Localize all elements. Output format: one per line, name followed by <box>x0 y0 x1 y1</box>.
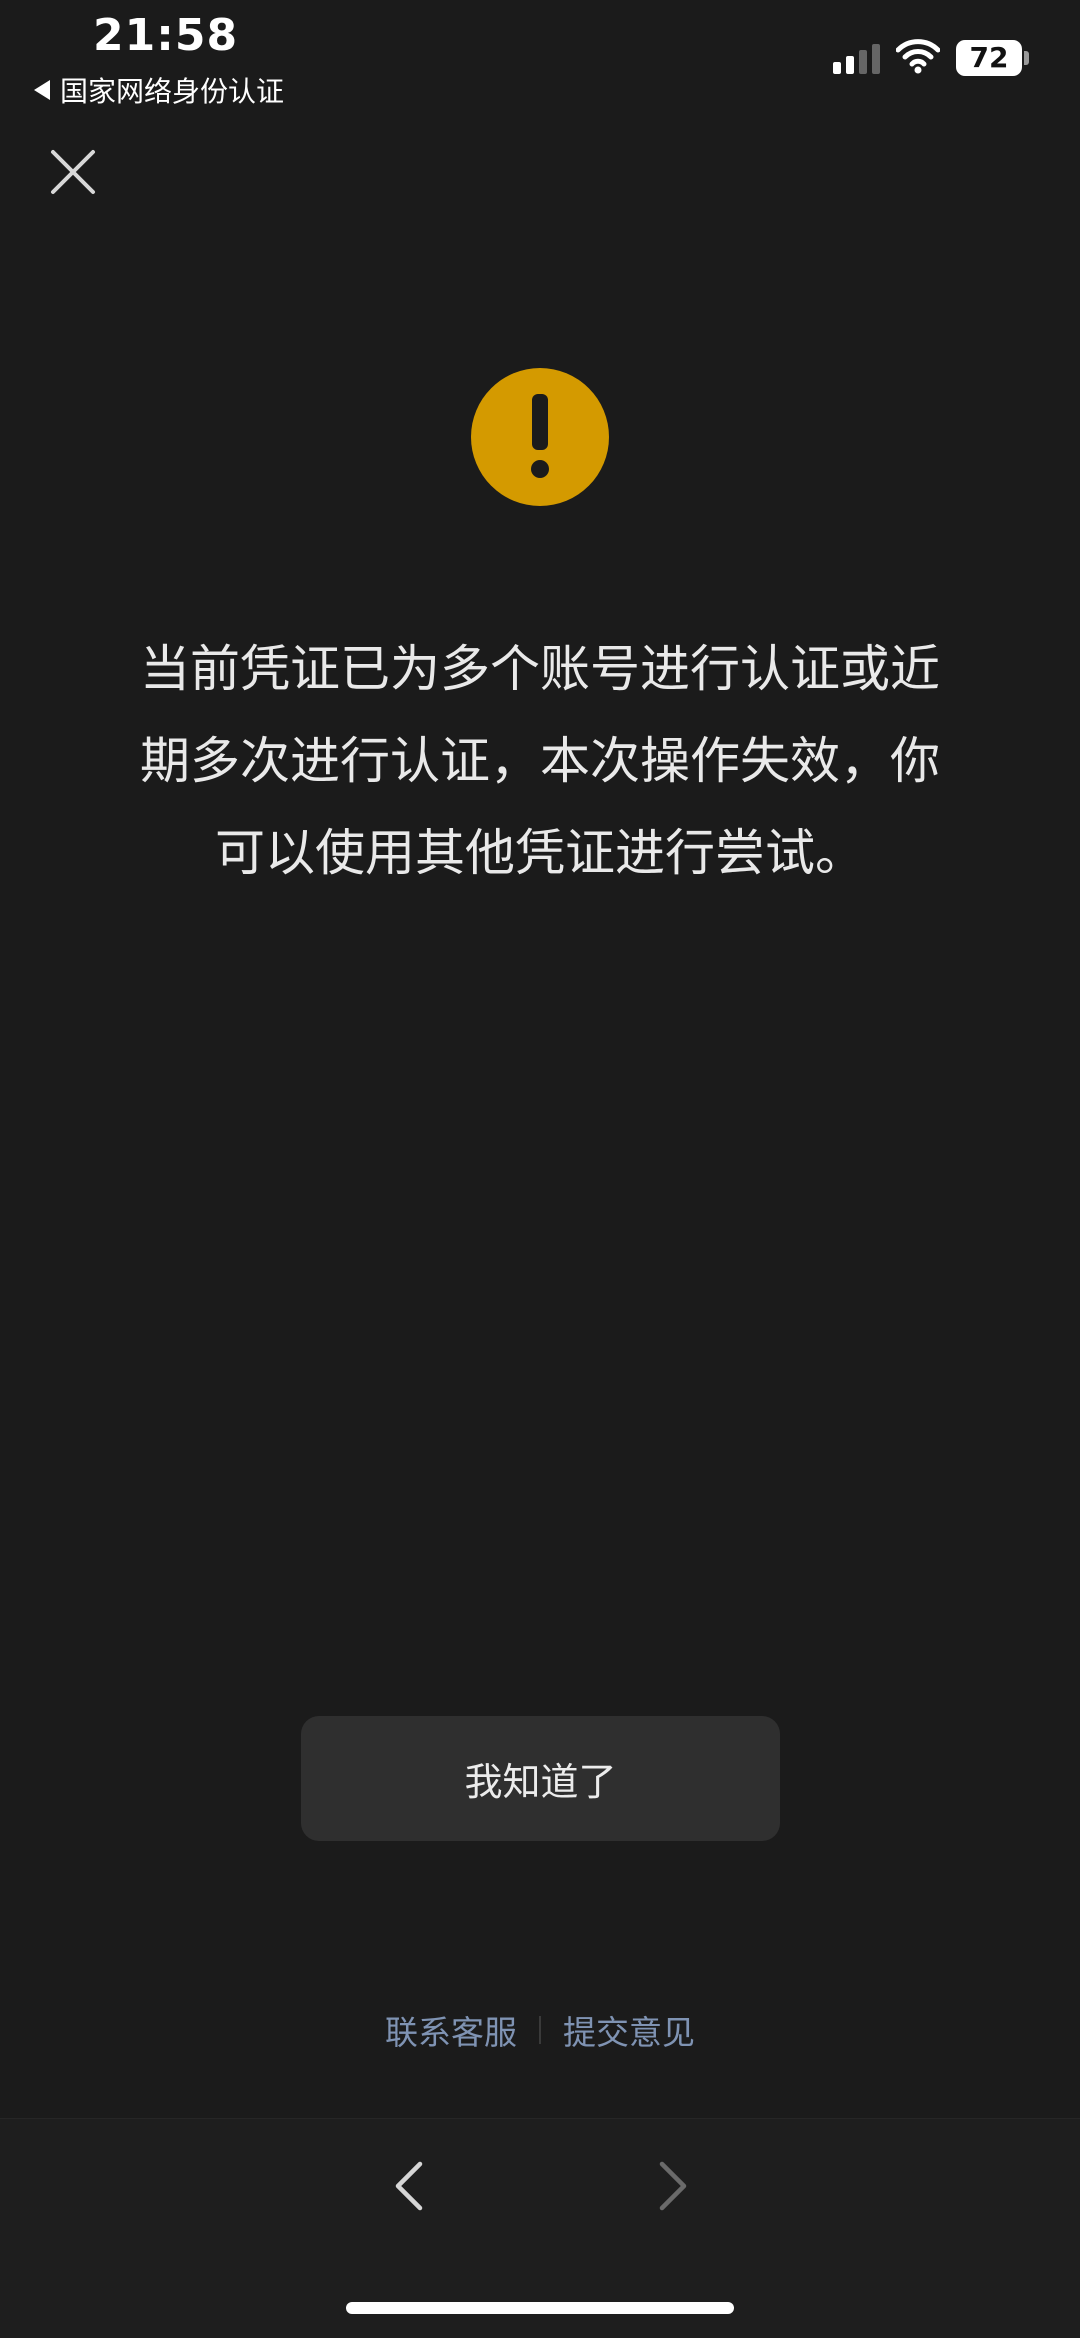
home-indicator[interactable] <box>346 2302 734 2314</box>
footer-divider <box>539 2016 541 2044</box>
status-time: 21:58 <box>93 10 239 61</box>
battery-level: 72 <box>969 41 1009 74</box>
error-message: 当前凭证已为多个账号进行认证或近 期多次进行认证，本次操作失效，你 可以使用其他… <box>90 623 990 899</box>
submit-feedback-link[interactable]: 提交意见 <box>563 2006 695 2054</box>
exclamation-bar <box>532 394 548 450</box>
cellular-signal-icon <box>833 42 881 74</box>
battery-cap <box>1024 51 1029 65</box>
warning-icon <box>471 368 609 506</box>
footer-links: 联系客服 提交意见 <box>0 2006 1080 2054</box>
back-triangle-icon <box>34 80 50 100</box>
back-to-app-label: 国家网络身份认证 <box>60 75 285 108</box>
chevron-left-icon[interactable] <box>386 2158 434 2214</box>
confirm-button[interactable]: 我知道了 <box>301 1716 780 1841</box>
wifi-icon <box>896 39 940 74</box>
exclamation-dot <box>531 460 549 478</box>
contact-support-link[interactable]: 联系客服 <box>385 2006 517 2054</box>
chevron-right-icon[interactable] <box>648 2158 696 2214</box>
back-to-app-link[interactable]: 国家网络身份认证 <box>34 70 284 110</box>
close-icon[interactable] <box>50 149 96 195</box>
error-message-line: 期多次进行认证，本次操作失效，你 <box>140 732 940 790</box>
error-message-line: 当前凭证已为多个账号进行认证或近 <box>140 640 940 698</box>
error-message-line: 可以使用其他凭证进行尝试。 <box>215 824 865 882</box>
battery-icon: 72 <box>956 40 1022 76</box>
